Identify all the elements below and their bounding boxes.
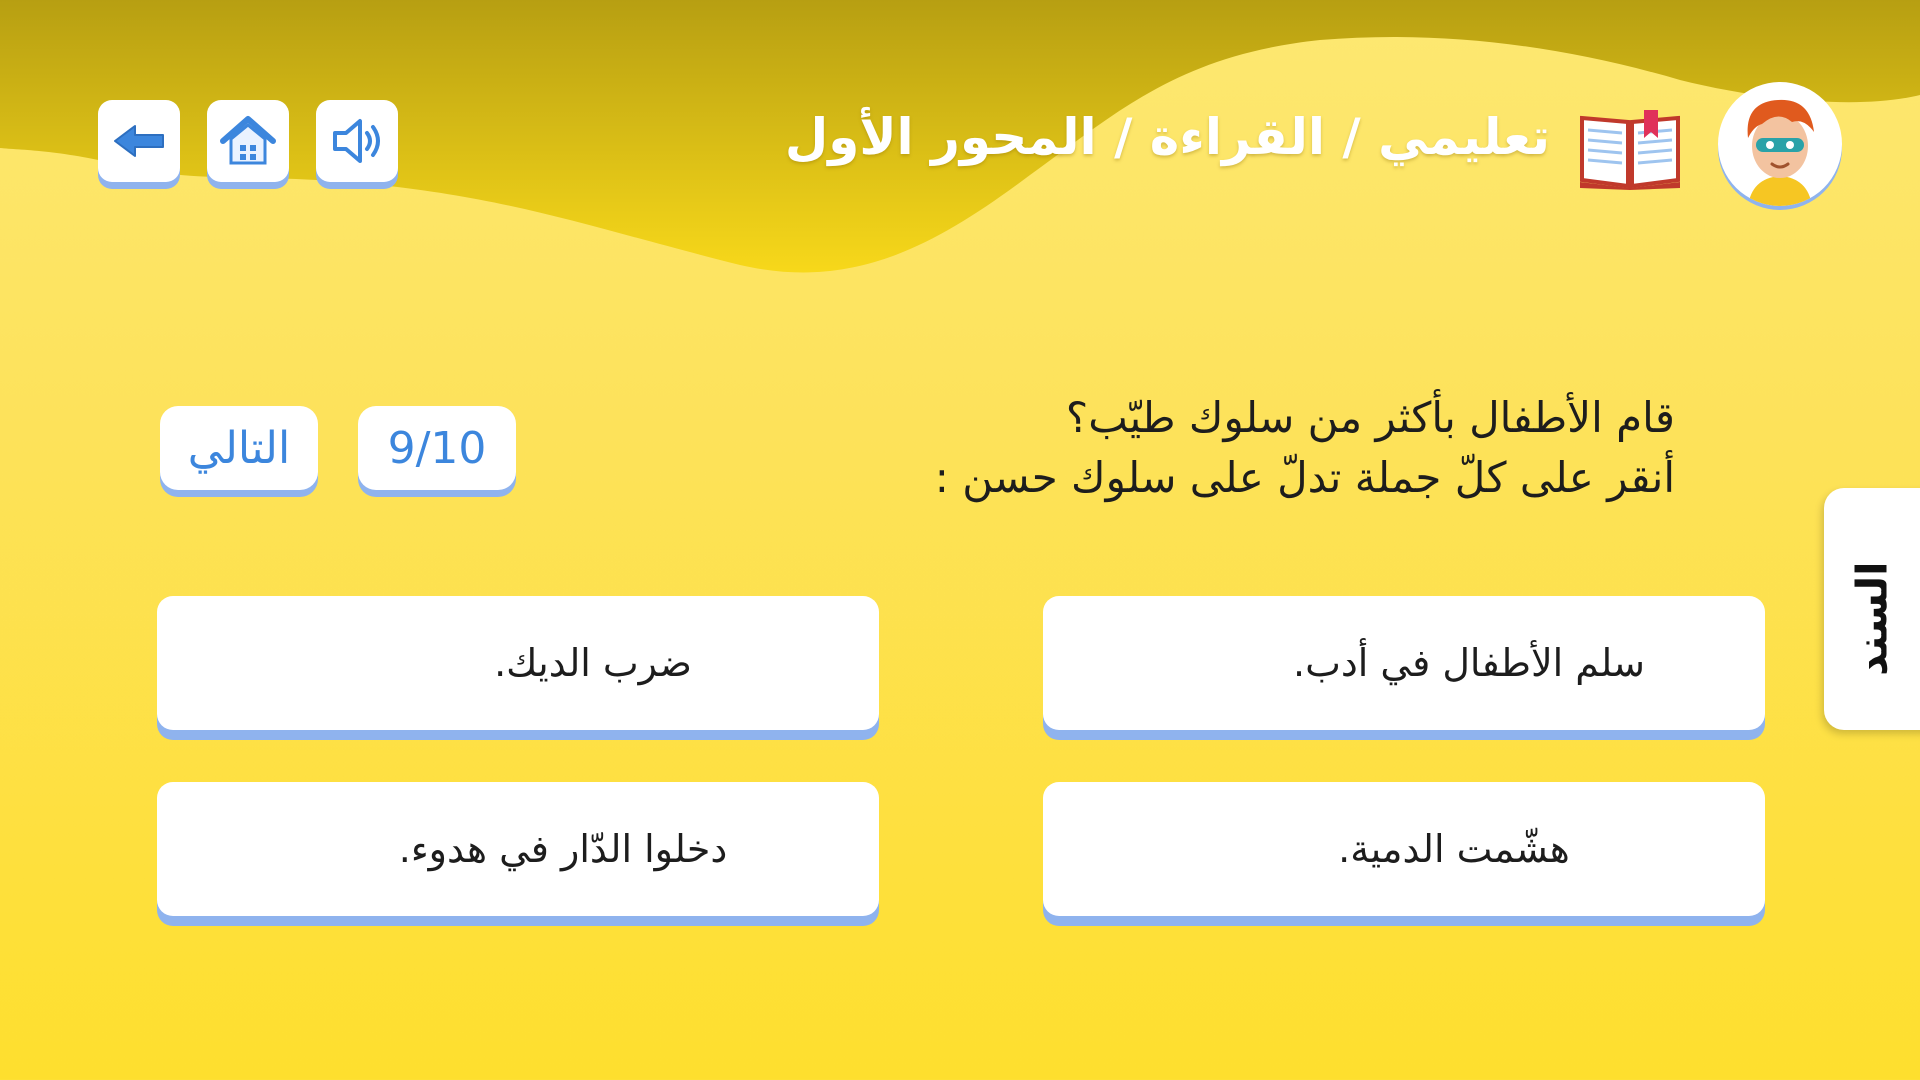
question-line-2: أنقر على كلّ جملة تدلّ على سلوك حسن :	[934, 453, 1675, 502]
sound-button[interactable]	[316, 100, 398, 182]
side-tab-source[interactable]: السند	[1824, 488, 1920, 730]
choice-4[interactable]: دخلوا الدّار في هدوء.	[157, 782, 879, 916]
arrow-left-icon	[114, 125, 164, 157]
user-avatar	[1718, 82, 1842, 206]
choice-2[interactable]: ضرب الديك.	[157, 596, 879, 730]
choice-label: دخلوا الدّار في هدوء.	[398, 827, 728, 871]
page-title: تعليمي / القراءة / المحور الأول	[784, 108, 1550, 166]
home-button[interactable]	[207, 100, 289, 182]
next-button[interactable]: التالي	[160, 406, 318, 490]
choice-label: سلم الأطفال في أدب.	[1292, 641, 1645, 685]
side-tab-label: السند	[1847, 561, 1897, 676]
choice-1[interactable]: سلم الأطفال في أدب.	[1043, 596, 1765, 730]
open-book-icon	[1580, 110, 1680, 190]
back-button[interactable]	[98, 100, 180, 182]
progress-counter: 9/10	[358, 406, 516, 490]
choice-label: ضرب الديك.	[494, 641, 692, 685]
house-icon	[220, 116, 276, 165]
question-text: قام الأطفال بأكثر من سلوك طيّب؟ أنقر على…	[775, 388, 1675, 508]
speaker-icon	[333, 119, 380, 163]
choice-3[interactable]: هشّمت الدمية.	[1043, 782, 1765, 916]
character-avatar-icon	[1747, 99, 1814, 206]
question-line-1: قام الأطفال بأكثر من سلوك طيّب؟	[1065, 393, 1675, 442]
choice-label: هشّمت الدمية.	[1338, 827, 1570, 871]
